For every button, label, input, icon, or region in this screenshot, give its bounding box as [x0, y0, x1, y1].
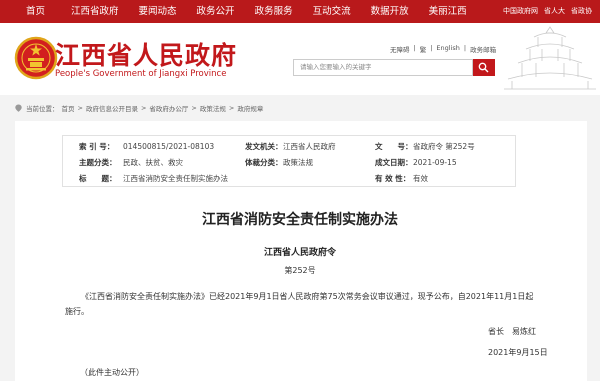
breadcrumb: 当前位置： 首页 > 政府信息公开目录 > 省政府办公厅 > 政策法规 > 政府…: [14, 103, 263, 113]
metadata-row: 索 引 号： 014500815/2021-08103 发文机关： 江西省人民政…: [63, 140, 517, 153]
nav-item-news[interactable]: 要闻动态: [129, 0, 187, 23]
search-icon: [478, 62, 489, 73]
date-label: 成文日期：: [375, 158, 413, 167]
nav-item-home[interactable]: 首页: [0, 0, 61, 23]
signatory-name: 易炼红: [512, 327, 536, 336]
validity-value: 有效: [413, 174, 428, 183]
metadata-row: 标 题： 江西省消防安全责任制实施办法 有 效 性： 有效: [63, 172, 517, 185]
top-nav: 首页 江西省政府 要闻动态 政务公开 政务服务 互动交流 数据开放 美丽江西 中…: [0, 0, 600, 23]
breadcrumb-separator: >: [191, 104, 197, 112]
document-body-text: 《江西省消防安全责任制实施办法》已经2021年9月1日省人民政府第75次常务会议…: [65, 292, 534, 316]
category-label: 体裁分类：: [245, 158, 283, 167]
breadcrumb-general-office[interactable]: 省政府办公厅: [149, 103, 188, 113]
topic-label: 主题分类：: [79, 158, 117, 167]
site-header: 江西省人民政府 People's Government of Jiangxi P…: [0, 23, 600, 95]
document-metadata-table: 索 引 号： 014500815/2021-08103 发文机关： 江西省人民政…: [62, 135, 516, 187]
breadcrumb-home[interactable]: 首页: [62, 103, 75, 113]
breadcrumb-separator: >: [140, 104, 147, 112]
tengwang-pavilion-illustration: [504, 26, 596, 90]
breadcrumb-separator: >: [77, 104, 83, 112]
category-value: 政策法规: [283, 158, 313, 167]
nav-item-interaction[interactable]: 互动交流: [303, 0, 361, 23]
document-title: 江西省消防安全责任制实施办法: [202, 212, 398, 228]
utility-links: 无障碍 | 繁 | English | 政务邮箱: [390, 44, 496, 54]
signatory-role: 省长: [488, 327, 504, 336]
nav-item-province-gov[interactable]: 江西省政府: [61, 0, 129, 23]
link-npc[interactable]: 省人大: [544, 0, 565, 23]
link-china-gov[interactable]: 中国政府网: [503, 0, 538, 23]
separator: |: [430, 44, 433, 52]
index-label: 索 引 号：: [79, 142, 115, 151]
docno-label: 文 号：: [375, 142, 413, 151]
link-english[interactable]: English: [436, 44, 459, 54]
breadcrumb-info-catalog[interactable]: 政府信息公开目录: [86, 103, 138, 113]
date-value: 2021-09-15: [413, 158, 457, 167]
topic-value: 民政、扶贫、救灾: [123, 158, 183, 167]
signing-date: 2021年9月15日: [488, 348, 548, 357]
index-value: 014500815/2021-08103: [123, 142, 215, 151]
search-button[interactable]: [473, 59, 495, 76]
nav-item-services[interactable]: 政务服务: [245, 0, 303, 23]
link-cppcc[interactable]: 省政协: [571, 0, 592, 23]
disclosure-note: （此件主动公开）: [80, 368, 144, 377]
breadcrumb-regulations[interactable]: 政府规章: [237, 103, 263, 113]
location-pin-icon: [15, 104, 22, 112]
metadata-row: 主题分类： 民政、扶贫、救灾 体裁分类： 政策法规 成文日期： 2021-09-…: [63, 156, 517, 169]
breadcrumb-label: 当前位置：: [26, 105, 59, 113]
search-input[interactable]: 请输入您要输入的关键字: [293, 59, 473, 76]
nav-item-open-data[interactable]: 数据开放: [361, 0, 419, 23]
title-label: 标 题：: [79, 174, 117, 183]
title-value: 江西省消防安全责任制实施办法: [123, 174, 228, 183]
separator: |: [413, 44, 416, 52]
validity-label: 有 效 性：: [375, 174, 411, 183]
separator: |: [463, 44, 467, 52]
link-gov-mail[interactable]: 政务邮箱: [470, 44, 496, 54]
document-number: 第252号: [284, 266, 316, 275]
breadcrumb-separator: >: [228, 104, 235, 112]
national-emblem-icon: [14, 36, 58, 80]
link-traditional[interactable]: 繁: [420, 44, 427, 54]
site-title[interactable]: 江西省人民政府: [55, 36, 237, 72]
docno-value: 省政府令 第252号: [413, 142, 475, 151]
issuer-value: 江西省人民政府: [283, 142, 336, 151]
issuer-label: 发文机关：: [245, 142, 283, 151]
nav-item-public-affairs[interactable]: 政务公开: [187, 0, 245, 23]
site-subtitle: People's Government of Jiangxi Province: [55, 69, 227, 79]
link-accessibility[interactable]: 无障碍: [390, 44, 410, 54]
breadcrumb-policies[interactable]: 政策法规: [200, 103, 226, 113]
nav-item-beautiful-jiangxi[interactable]: 美丽江西: [419, 0, 477, 23]
document-issuer: 江西省人民政府令: [263, 248, 336, 258]
top-right-links: 中国政府网 省人大 省政协: [503, 0, 592, 23]
